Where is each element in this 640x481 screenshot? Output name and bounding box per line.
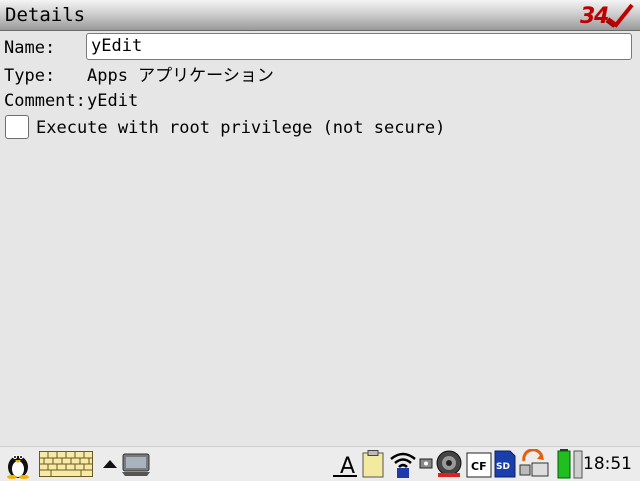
up-arrow-icon[interactable] — [102, 459, 118, 469]
tux-icon[interactable] — [3, 449, 33, 479]
clock[interactable]: 18:51 — [583, 453, 632, 475]
name-input[interactable]: yEdit — [86, 33, 632, 60]
sd-card-label: SD — [496, 462, 510, 472]
wireless-icon[interactable] — [389, 449, 417, 479]
root-privilege-label[interactable]: Execute with root privilege (not secure) — [36, 118, 445, 138]
font-icon[interactable]: A — [331, 450, 359, 478]
keyboard-icon[interactable] — [39, 451, 93, 477]
screen-icon[interactable] — [120, 452, 152, 478]
title-bar: Details 3 4 — [0, 0, 640, 31]
alarm-icon[interactable] — [419, 455, 433, 473]
type-label: Type: — [4, 66, 56, 86]
clipboard-icon[interactable] — [362, 450, 384, 478]
cf-card-label: CF — [471, 460, 487, 473]
speaker-icon[interactable] — [434, 449, 464, 479]
taskbar: A CF SD 18:51 — [0, 446, 640, 481]
type-value: Apps アプリケーション — [87, 66, 274, 86]
cf-card-icon[interactable]: CF — [466, 452, 492, 478]
root-privilege-checkbox[interactable] — [5, 115, 29, 139]
svg-text:4: 4 — [593, 4, 609, 29]
name-label: Name: — [4, 38, 56, 58]
sd-card-icon[interactable]: SD — [494, 450, 516, 478]
app-logo-icon[interactable]: 3 4 — [578, 1, 634, 29]
font-icon-label: A — [340, 454, 355, 478]
battery-icon[interactable] — [557, 448, 585, 479]
sync-icon[interactable] — [518, 449, 552, 479]
comment-value: yEdit — [87, 91, 139, 111]
comment-label: Comment: — [4, 91, 86, 111]
window-title: Details — [5, 4, 86, 26]
